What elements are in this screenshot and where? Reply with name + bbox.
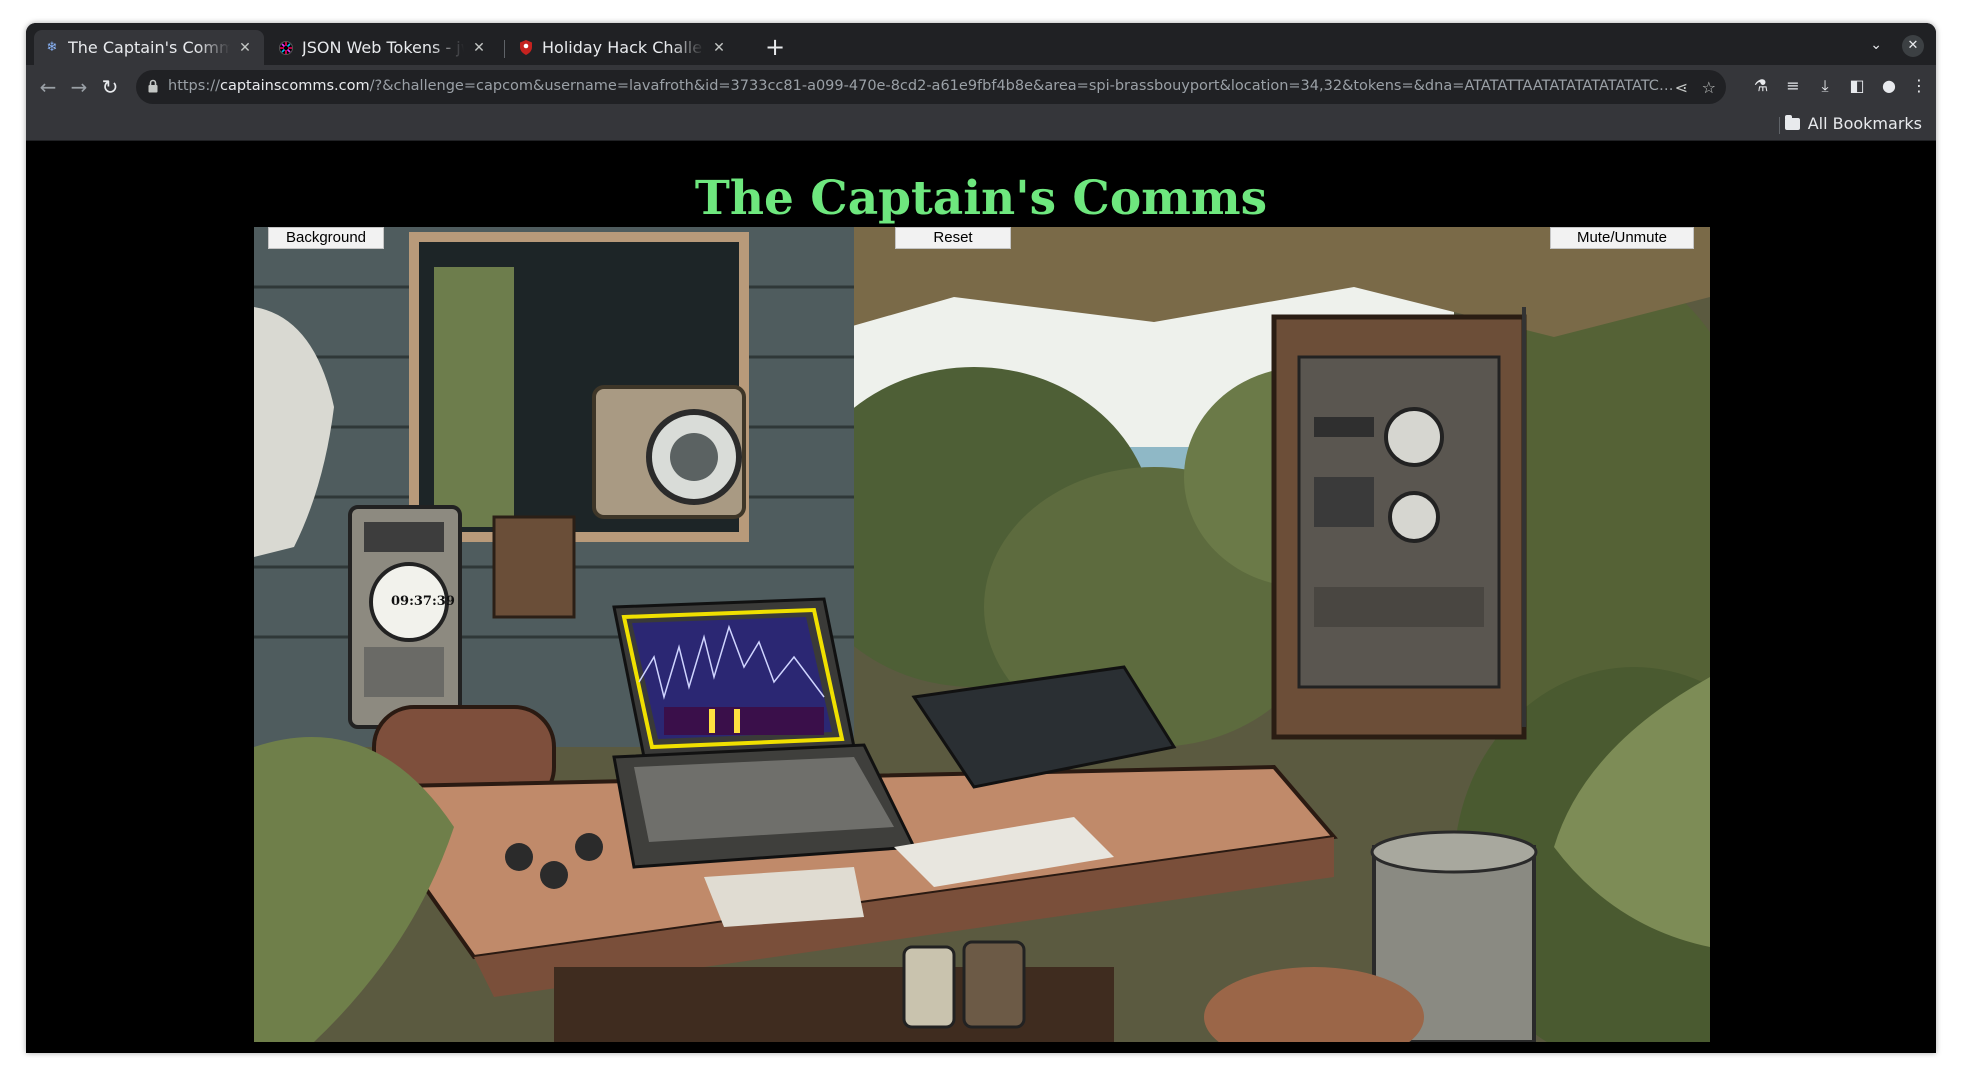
url-host: captainscomms.com — [219, 78, 370, 94]
bookmarks-bar: All Bookmarks — [26, 109, 1936, 141]
radio-cabinet-hotspot[interactable] — [1274, 317, 1524, 737]
tab-jwt[interactable]: JSON Web Tokens - jwt.io ✕ — [268, 30, 498, 65]
tab-search-chevron-icon[interactable]: ⌄ — [1870, 37, 1882, 53]
tab-strip: ❄ The Captain's Comms ✕ JSON Web Tokens … — [26, 23, 1936, 65]
bookmark-star-icon[interactable]: ☆ — [1702, 78, 1716, 97]
all-bookmarks-label: All Bookmarks — [1807, 114, 1922, 133]
close-tab-icon[interactable]: ✕ — [470, 40, 488, 56]
clock-device-hotspot[interactable] — [350, 507, 460, 727]
toolbar: ← → ↻ https://captainscomms.com/?&challe… — [26, 65, 1936, 109]
url-path: /?&challenge=capcom&username=lavafroth&i… — [369, 78, 1683, 94]
all-bookmarks-button[interactable]: All Bookmarks — [1784, 114, 1922, 133]
side-panel-icon[interactable]: ◧ — [1846, 76, 1868, 95]
page-content: The Captain's Comms 09:37:39 Background … — [26, 141, 1936, 1053]
profile-avatar-icon[interactable]: ● — [1878, 76, 1900, 95]
url-text: https://captainscomms.com/?&challenge=ca… — [168, 78, 1683, 94]
reload-icon[interactable]: ↻ — [98, 75, 122, 99]
folder-icon — [1784, 114, 1800, 130]
close-tab-icon[interactable]: ✕ — [236, 40, 254, 56]
url-scheme: https:// — [168, 78, 220, 94]
tab-title: The Captain's Comms — [68, 38, 230, 57]
bookmarks-separator — [1779, 117, 1780, 134]
back-arrow-icon[interactable]: ← — [36, 75, 60, 99]
reset-button[interactable]: Reset — [895, 227, 1011, 249]
snowflake-icon: ❄ — [46, 40, 58, 55]
forward-arrow-icon[interactable]: → — [67, 75, 91, 99]
shield-icon — [518, 40, 534, 56]
share-icon[interactable]: ⋖ — [1675, 78, 1688, 97]
menu-kebab-icon[interactable]: ⋮ — [1908, 76, 1930, 95]
reading-list-icon[interactable]: ≡ — [1782, 76, 1804, 95]
close-tab-icon[interactable]: ✕ — [710, 40, 728, 56]
tab-separator — [504, 40, 505, 58]
tab-captains-comms[interactable]: ❄ The Captain's Comms ✕ — [34, 30, 264, 65]
jwt-icon — [278, 40, 294, 56]
download-icon[interactable]: ⤓ — [1814, 76, 1836, 96]
lock-icon — [148, 79, 158, 93]
background-button[interactable]: Background — [268, 227, 384, 249]
new-tab-button[interactable]: + — [762, 35, 788, 61]
laptop-sdr-hotspot[interactable] — [614, 599, 864, 759]
mute-unmute-button[interactable]: Mute/Unmute — [1550, 227, 1694, 249]
radio-shack-scene: 09:37:39 Background Reset Mute/Unmute — [254, 227, 1710, 1042]
window-close-icon[interactable]: ✕ — [1902, 35, 1924, 57]
page-title: The Captain's Comms — [694, 171, 1268, 226]
labs-flask-icon[interactable]: ⚗ — [1750, 76, 1772, 95]
tab-title: JSON Web Tokens - jwt.io — [302, 38, 464, 57]
browser-window: ❄ The Captain's Comms ✕ JSON Web Tokens … — [26, 23, 1936, 1053]
tab-holiday-hack[interactable]: Holiday Hack Challenge ✕ — [508, 30, 738, 65]
address-bar[interactable]: https://captainscomms.com/?&challenge=ca… — [136, 70, 1726, 104]
tab-title: Holiday Hack Challenge — [542, 38, 704, 57]
